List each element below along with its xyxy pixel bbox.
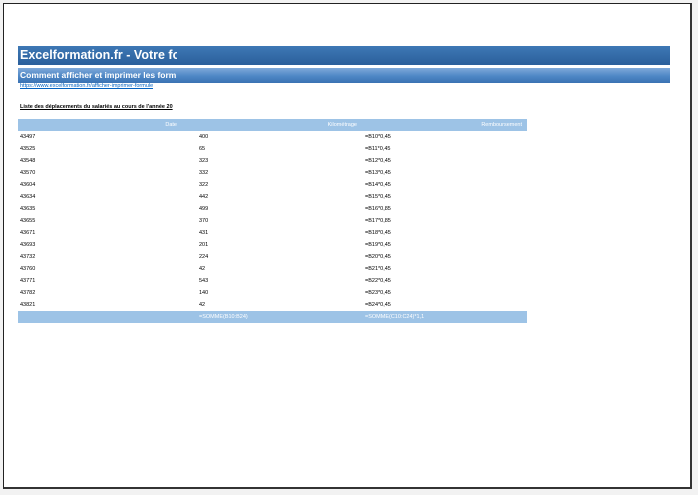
travel-table: Date Kilométrage Remboursement 43497 400 =… [18,119,527,323]
reimbursement-cell: =B24*0,45 [365,302,391,308]
mileage-cell: 370 [199,218,209,224]
mileage-cell: 65 [199,146,206,152]
mileage-cell: 332 [199,170,209,176]
mileage-cell: 322 [199,182,209,188]
date-cell: 43671 [20,230,36,236]
reimbursement-cell: =B11*0,45 [365,146,391,152]
mileage-cell: 442 [199,194,209,200]
table-total-row: =SOMME(B10:B24) =SOMME(C10:C24)*1,1 [18,311,527,323]
reimbursement-cell: =B21*0,45 [365,266,391,272]
header-date: Date [18,119,199,131]
table-row: 43548 323 =B12*0,45 [18,155,527,167]
table-row: 43782 140 =B23*0,45 [18,287,527,299]
mileage-cell: 499 [199,206,209,212]
table-row: 43760 42 =B21*0,45 [18,263,527,275]
table-row: 43655 370 =B17*0,85 [18,215,527,227]
table-row: 43634 442 =B15*0,45 [18,191,527,203]
date-cell: 43497 [20,134,36,140]
date-cell: 43760 [20,266,36,272]
date-cell: 43821 [20,302,36,308]
mileage-cell: 431 [199,230,209,236]
reimbursement-cell: =B23*0,45 [365,290,391,296]
mileage-cell: 42 [199,266,206,272]
table-row: 43821 42 =B24*0,45 [18,299,527,311]
date-cell: 43655 [20,218,36,224]
subtitle-banner: Comment afficher et imprimer les form [18,68,670,83]
mileage-cell: 323 [199,158,209,164]
table-row: 43570 332 =B13*0,45 [18,167,527,179]
reimbursement-cell: =B15*0,45 [365,194,391,200]
reimbursement-cell: =B18*0,45 [365,230,391,236]
reimbursement-cell: =B12*0,45 [365,158,391,164]
print-preview-page: Excelformation.fr - Votre for Comment af… [3,3,692,489]
page-title-banner: Excelformation.fr - Votre for [18,46,670,65]
total-reimbursement-cell: =SOMME(C10:C24)*1,1 [365,311,527,323]
reimbursement-cell: =B14*0,45 [365,182,391,188]
reimbursement-cell: =B22*0,45 [365,278,391,284]
total-mileage-cell: =SOMME(B10:B24) [199,311,365,323]
reimbursement-cell: =B16*0,85 [365,206,391,212]
date-cell: 43771 [20,278,36,284]
reimbursement-cell: =B13*0,45 [365,170,391,176]
total-date-cell [18,311,199,323]
reimbursement-cell: =B20*0,45 [365,254,391,260]
reimbursement-cell: =B17*0,85 [365,218,391,224]
date-cell: 43693 [20,242,36,248]
mileage-cell: 224 [199,254,209,260]
date-cell: 43548 [20,158,36,164]
page-title: Excelformation.fr - Votre for [20,48,177,62]
header-mileage: Kilométrage [199,119,365,131]
table-row: 43671 431 =B18*0,45 [18,227,527,239]
reimbursement-cell: =B10*0,45 [365,134,391,140]
table-row: 43525 65 =B11*0,45 [18,143,527,155]
page-subtitle: Comment afficher et imprimer les form [20,70,177,80]
table-row: 43497 400 =B10*0,45 [18,131,527,143]
table-row: 43604 322 =B14*0,45 [18,179,527,191]
date-cell: 43732 [20,254,36,260]
table-caption: Liste des déplacements du salariés au co… [20,104,173,110]
date-cell: 43525 [20,146,36,152]
mileage-cell: 400 [199,134,209,140]
mileage-cell: 140 [199,290,209,296]
mileage-cell: 201 [199,242,209,248]
date-cell: 43782 [20,290,36,296]
date-cell: 43635 [20,206,36,212]
table-header-row: Date Kilométrage Remboursement [18,119,527,131]
header-reimbursement: Remboursement [365,119,527,131]
table-row: 43732 224 =B20*0,45 [18,251,527,263]
date-cell: 43570 [20,170,36,176]
mileage-cell: 543 [199,278,209,284]
table-row: 43635 499 =B16*0,85 [18,203,527,215]
date-cell: 43604 [20,182,36,188]
mileage-cell: 42 [199,302,206,308]
date-cell: 43634 [20,194,36,200]
table-row: 43771 543 =B22*0,45 [18,275,527,287]
table-row: 43693 201 =B19*0,45 [18,239,527,251]
reimbursement-cell: =B19*0,45 [365,242,391,248]
website-link[interactable]: https://www.excelformation.fr/afficher-i… [20,83,153,89]
